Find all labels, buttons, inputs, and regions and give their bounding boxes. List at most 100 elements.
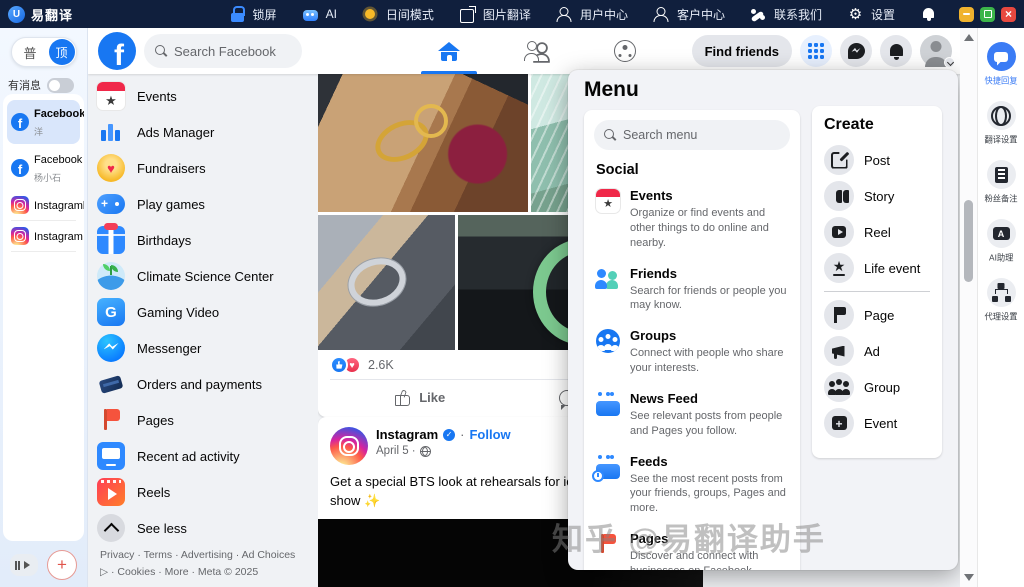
menu-item-news-feed[interactable]: News FeedSee relevant posts from people … [594, 383, 790, 446]
create-reel[interactable]: Reel [824, 214, 930, 250]
notifications-button[interactable] [920, 6, 937, 23]
page-scrollbar[interactable] [960, 28, 977, 587]
tab-groups[interactable] [594, 28, 656, 74]
nav-item-events[interactable]: Events [88, 78, 318, 114]
create-post[interactable]: Post [824, 142, 930, 178]
create-story[interactable]: Story [824, 178, 930, 214]
nav-item-see-less[interactable]: See less [88, 510, 318, 546]
account-item-facebook-2[interactable]: Facebook杨小石 [7, 146, 80, 190]
nav-item-messenger[interactable]: Messenger [88, 330, 318, 366]
mode-top-tab[interactable]: 顶 [49, 39, 75, 65]
divider [11, 251, 76, 252]
nav-item-orders-and-payments[interactable]: Orders and payments [88, 366, 318, 402]
tab-friends[interactable] [506, 28, 568, 74]
image-translate-button[interactable]: 图片翻译 [459, 6, 531, 23]
scroll-up-arrow-icon[interactable] [964, 34, 974, 41]
footer-links-line2[interactable]: ▷ · Cookies · More · Meta © 2025 [100, 566, 258, 578]
instagram-avatar-icon[interactable] [330, 427, 368, 465]
post-author[interactable]: Instagram [376, 427, 438, 442]
follow-link[interactable]: Follow [469, 427, 510, 442]
customer-center-button[interactable]: 客户中心 [653, 6, 725, 23]
has-message-toggle[interactable] [47, 78, 74, 93]
account-item-instagram-1[interactable]: Instagramb... [7, 192, 80, 218]
menu-search[interactable] [594, 120, 790, 150]
apps-grid-button[interactable] [800, 35, 832, 67]
notifications-bell-button[interactable] [880, 35, 912, 67]
messenger-button[interactable] [840, 35, 872, 67]
menu-item-groups[interactable]: GroupsConnect with people who share your… [594, 320, 790, 383]
post-photo-silver-bracelet[interactable] [318, 215, 455, 350]
contact-us-label: 联系我们 [774, 6, 822, 23]
facebook-icon [11, 159, 29, 177]
gift-icon [97, 226, 125, 254]
nav-item-play-games[interactable]: Play games [88, 186, 318, 222]
create-life-event[interactable]: Life event [824, 250, 930, 286]
menu-item-feeds[interactable]: FeedsSee the most recent posts from your… [594, 446, 790, 524]
sun-icon [362, 6, 379, 23]
settings-button[interactable]: 设置 [847, 6, 895, 23]
gamepad-icon [97, 194, 125, 214]
minimize-button[interactable] [959, 7, 974, 22]
lock-screen-label: 锁屏 [253, 6, 277, 23]
menu-items-card: Social EventsOrganize or find events and… [584, 110, 800, 570]
nav-item-fundraisers[interactable]: Fundraisers [88, 150, 318, 186]
menu-search-input[interactable] [623, 128, 773, 142]
accounts-panel: Facebook洋 Facebook杨小石 Instagramb... Inst… [3, 94, 84, 541]
add-account-button[interactable] [47, 550, 77, 580]
footer-links-line1[interactable]: Privacy · Terms · Advertising · Ad Choic… [100, 549, 295, 561]
nav-item-birthdays[interactable]: Birthdays [88, 222, 318, 258]
nav-item-pages[interactable]: Pages [88, 402, 318, 438]
translate-settings-button[interactable]: 翻译设置 [978, 101, 1024, 146]
post-photo-bracelets[interactable] [318, 74, 528, 212]
nav-item-reels[interactable]: Reels [88, 474, 318, 510]
support-person-icon [653, 6, 670, 23]
create-page[interactable]: Page [824, 297, 930, 333]
create-ad[interactable]: Ad [824, 333, 930, 369]
day-mode-button[interactable]: 日间模式 [362, 6, 434, 23]
facebook-logo-icon[interactable] [98, 32, 136, 70]
scroll-down-arrow-icon[interactable] [964, 574, 974, 581]
nav-item-recent-ad-activity[interactable]: Recent ad activity [88, 438, 318, 474]
ai-assistant-button[interactable]: AI助理 [978, 219, 1024, 264]
create-group[interactable]: Group [824, 369, 930, 405]
close-button[interactable] [1001, 7, 1016, 22]
quick-reply-button[interactable]: 快捷回复 [978, 42, 1024, 87]
menu-item-friends[interactable]: FriendsSearch for friends or people you … [594, 258, 790, 321]
create-event[interactable]: Event [824, 405, 930, 441]
find-friends-button[interactable]: Find friends [692, 35, 792, 67]
like-reaction-icon[interactable] [330, 356, 348, 374]
ai-button[interactable]: AI [302, 6, 337, 23]
newsfeed-icon [596, 392, 620, 416]
fan-notes-button[interactable]: 粉丝备注 [978, 160, 1024, 205]
account-rail: 普 顶 有消息 Facebook洋 Facebook杨小石 Instagramb… [0, 28, 88, 587]
menu-item-pages[interactable]: PagesDiscover and connect with businesse… [594, 523, 790, 570]
nav-item-climate-science-center[interactable]: Climate Science Center [88, 258, 318, 294]
menu-item-events[interactable]: EventsOrganize or find events and other … [594, 180, 790, 258]
maximize-button[interactable] [980, 7, 995, 22]
account-item-instagram-2[interactable]: Instagram [7, 223, 80, 249]
mode-normal-tab[interactable]: 普 [12, 43, 49, 62]
facebook-icon [11, 113, 29, 131]
like-button[interactable]: Like [330, 382, 511, 413]
plant-globe-icon [97, 262, 125, 290]
contact-us-button[interactable]: 联系我们 [750, 6, 822, 23]
account-name: Facebook [34, 108, 84, 120]
account-item-facebook-1[interactable]: Facebook洋 [7, 100, 80, 144]
scrollbar-thumb[interactable] [964, 200, 973, 282]
messenger-bolt-icon [97, 334, 125, 362]
lock-screen-button[interactable]: 锁屏 [229, 5, 277, 24]
friends-icon [524, 41, 550, 61]
nav-item-ads-manager[interactable]: Ads Manager [88, 114, 318, 150]
nav-item-gaming-video[interactable]: Gaming Video [88, 294, 318, 330]
facebook-search[interactable] [144, 34, 302, 68]
collapse-rail-button[interactable] [10, 554, 38, 576]
search-input[interactable] [174, 44, 284, 59]
mode-toggle[interactable]: 普 顶 [11, 37, 77, 67]
user-center-button[interactable]: 用户中心 [556, 6, 628, 23]
public-globe-icon [420, 446, 431, 457]
tab-home[interactable] [418, 28, 480, 74]
reels-clapper-icon [97, 478, 125, 506]
account-avatar-button[interactable] [920, 35, 952, 67]
reactions-count[interactable]: 2.6K [368, 358, 394, 372]
proxy-settings-button[interactable]: 代理设置 [978, 278, 1024, 323]
